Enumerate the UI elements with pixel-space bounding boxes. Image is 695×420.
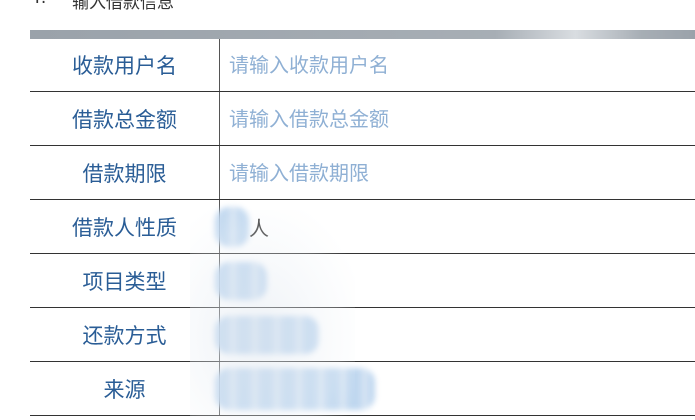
step-title: 输入借款信息 (72, 0, 174, 13)
payee-username-input[interactable] (221, 39, 695, 91)
loan-term-cell (221, 146, 695, 199)
loan-amount-cell (221, 92, 695, 145)
table-header-bar (30, 30, 695, 39)
form-row-payee-username: 收款用户名 (30, 39, 695, 92)
redacted-value (215, 206, 249, 247)
redacted-value (215, 367, 375, 410)
source-label: 来源 (30, 362, 220, 415)
project-type-cell[interactable] (215, 254, 695, 307)
borrower-type-value: 人 (249, 216, 269, 240)
form-row-project-type: 项目类型 (30, 254, 695, 308)
loan-term-label: 借款期限 (30, 146, 220, 199)
loan-amount-input[interactable] (221, 92, 695, 145)
borrower-type-cell[interactable]: 人 (215, 200, 695, 253)
borrower-type-label: 借款人性质 (30, 200, 220, 253)
payee-username-cell (221, 39, 695, 91)
form-row-loan-term: 借款期限 (30, 146, 695, 200)
loan-info-form: 收款用户名 借款总金额 借款期限 借款人性质 人 项目类型 还款方式 (30, 39, 695, 416)
project-type-label: 项目类型 (30, 254, 220, 307)
repayment-method-cell[interactable] (215, 308, 695, 361)
step-number: 4. (30, 0, 46, 8)
redacted-value (215, 315, 319, 354)
repayment-method-label: 还款方式 (30, 308, 220, 361)
form-row-loan-amount: 借款总金额 (30, 92, 695, 146)
step-heading: 4. 输入借款信息 (0, 0, 695, 13)
loan-term-input[interactable] (221, 146, 695, 199)
form-row-borrower-type: 借款人性质 人 (30, 200, 695, 254)
payee-username-label: 收款用户名 (30, 39, 220, 91)
loan-amount-label: 借款总金额 (30, 92, 220, 145)
form-row-source: 来源 (30, 362, 695, 416)
form-row-repayment-method: 还款方式 (30, 308, 695, 362)
redacted-value (215, 261, 267, 300)
source-cell[interactable] (215, 362, 695, 415)
